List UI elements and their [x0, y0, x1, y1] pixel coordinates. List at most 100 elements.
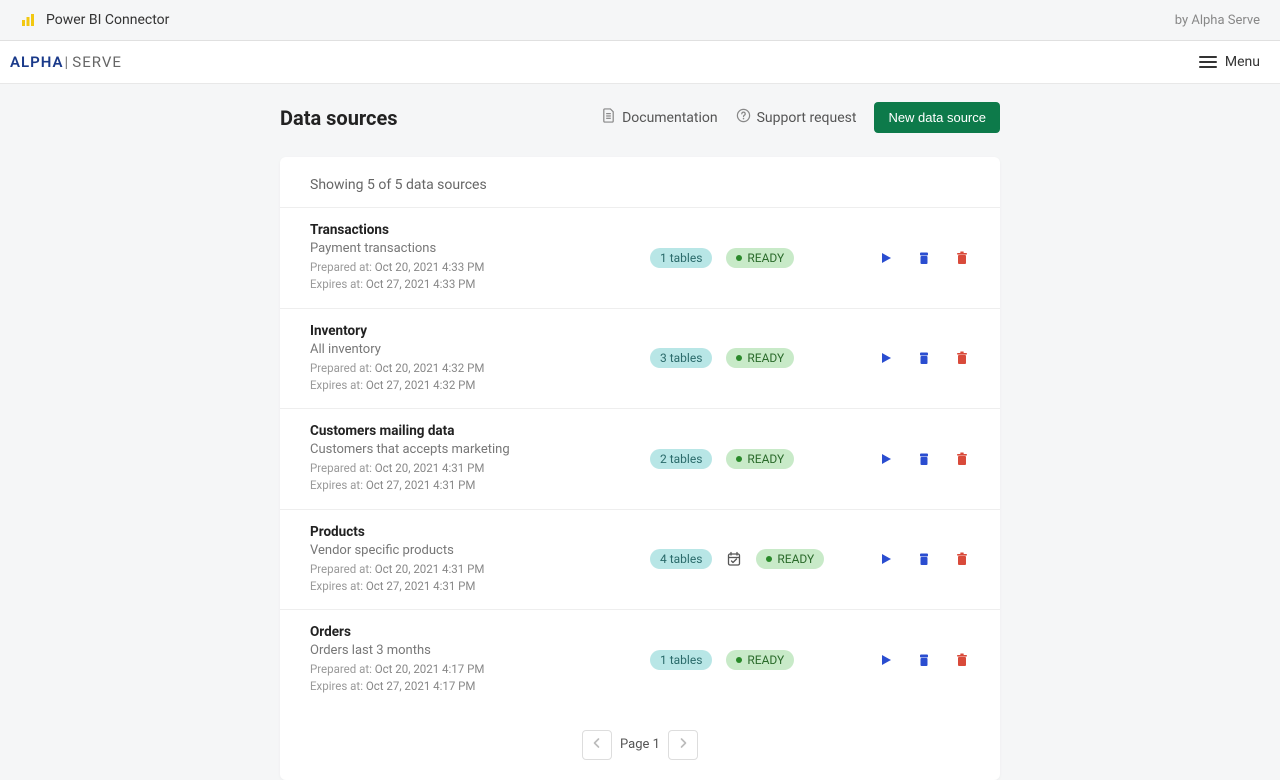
- data-source-description: All inventory: [310, 342, 650, 357]
- data-source-name: Orders: [310, 624, 650, 640]
- data-source-row: Inventory All inventory Prepared at: Oct…: [280, 309, 1000, 410]
- expires-label: Expires at:: [310, 478, 363, 492]
- page-title: Data sources: [280, 106, 398, 130]
- status-text: READY: [747, 251, 784, 265]
- status-dot-icon: [736, 355, 742, 361]
- copy-button[interactable]: [916, 451, 932, 467]
- by-line: by Alpha Serve: [1175, 13, 1260, 28]
- status-text: READY: [747, 653, 784, 667]
- copy-button[interactable]: [916, 551, 932, 567]
- data-source-prepared: Prepared at: Oct 20, 2021 4:33 PM: [310, 259, 650, 276]
- status-badge: READY: [726, 248, 794, 268]
- logo-divider: |: [65, 53, 70, 71]
- page-prev-button[interactable]: [582, 730, 612, 760]
- page-next-button[interactable]: [668, 730, 698, 760]
- data-source-name: Inventory: [310, 323, 650, 339]
- copy-button[interactable]: [916, 652, 932, 668]
- expires-value: Oct 27, 2021 4:32 PM: [366, 378, 476, 392]
- data-sources-card: Showing 5 of 5 data sources Transactions…: [280, 157, 1000, 780]
- list-summary: Showing 5 of 5 data sources: [280, 157, 1000, 208]
- data-source-expires: Expires at: Oct 27, 2021 4:31 PM: [310, 477, 650, 494]
- logo-serve: SERVE: [72, 53, 122, 71]
- chevron-right-icon: [677, 737, 689, 752]
- logo[interactable]: ALPHA | SERVE: [10, 53, 122, 71]
- run-button[interactable]: [878, 551, 894, 567]
- data-source-info: Customers mailing data Customers that ac…: [310, 423, 650, 495]
- schedule-icon[interactable]: [726, 551, 742, 567]
- data-source-prepared: Prepared at: Oct 20, 2021 4:31 PM: [310, 561, 650, 578]
- data-source-actions: [860, 451, 970, 467]
- data-source-badges: 2 tables READY: [650, 449, 860, 469]
- data-source-info: Inventory All inventory Prepared at: Oct…: [310, 323, 650, 395]
- pagination: Page 1: [280, 710, 1000, 760]
- data-source-prepared: Prepared at: Oct 20, 2021 4:17 PM: [310, 661, 650, 678]
- documentation-link[interactable]: Documentation: [601, 108, 718, 127]
- support-link[interactable]: Support request: [736, 108, 857, 127]
- expires-label: Expires at:: [310, 579, 363, 593]
- tables-badge: 4 tables: [650, 549, 712, 569]
- menu-button[interactable]: Menu: [1199, 54, 1260, 70]
- expires-label: Expires at:: [310, 378, 363, 392]
- delete-button[interactable]: [954, 652, 970, 668]
- menu-label: Menu: [1225, 54, 1260, 70]
- data-source-info: Orders Orders last 3 months Prepared at:…: [310, 624, 650, 696]
- data-source-row: Products Vendor specific products Prepar…: [280, 510, 1000, 611]
- copy-button[interactable]: [916, 250, 932, 266]
- expires-label: Expires at:: [310, 277, 363, 291]
- status-badge: READY: [726, 650, 794, 670]
- data-source-actions: [860, 350, 970, 366]
- data-source-description: Orders last 3 months: [310, 643, 650, 658]
- status-dot-icon: [736, 657, 742, 663]
- document-icon: [601, 108, 616, 127]
- tables-badge: 3 tables: [650, 348, 712, 368]
- prepared-label: Prepared at:: [310, 662, 372, 676]
- expires-value: Oct 27, 2021 4:33 PM: [366, 277, 476, 291]
- status-badge: READY: [756, 549, 824, 569]
- data-source-name: Products: [310, 524, 650, 540]
- data-source-row: Orders Orders last 3 months Prepared at:…: [280, 610, 1000, 710]
- run-button[interactable]: [878, 652, 894, 668]
- hamburger-icon: [1199, 56, 1217, 68]
- tables-badge: 1 tables: [650, 248, 712, 268]
- data-source-actions: [860, 551, 970, 567]
- delete-button[interactable]: [954, 250, 970, 266]
- prepared-label: Prepared at:: [310, 562, 372, 576]
- data-source-actions: [860, 652, 970, 668]
- expires-value: Oct 27, 2021 4:31 PM: [366, 478, 476, 492]
- data-source-badges: 3 tables READY: [650, 348, 860, 368]
- status-text: READY: [747, 452, 784, 466]
- data-source-expires: Expires at: Oct 27, 2021 4:17 PM: [310, 678, 650, 695]
- status-dot-icon: [766, 556, 772, 562]
- support-label: Support request: [757, 110, 857, 126]
- prepared-label: Prepared at:: [310, 361, 372, 375]
- top-bar-left: Power BI Connector: [20, 12, 169, 28]
- run-button[interactable]: [878, 250, 894, 266]
- data-source-prepared: Prepared at: Oct 20, 2021 4:31 PM: [310, 460, 650, 477]
- status-badge: READY: [726, 348, 794, 368]
- logo-alpha: ALPHA: [10, 53, 64, 71]
- page-indicator: Page 1: [620, 737, 660, 752]
- page-actions: Documentation Support request New data s…: [601, 102, 1000, 133]
- data-source-name: Transactions: [310, 222, 650, 238]
- data-source-actions: [860, 250, 970, 266]
- prepared-label: Prepared at:: [310, 461, 372, 475]
- delete-button[interactable]: [954, 451, 970, 467]
- power-bi-icon: [20, 12, 36, 28]
- run-button[interactable]: [878, 350, 894, 366]
- tables-badge: 2 tables: [650, 449, 712, 469]
- prepared-value: Oct 20, 2021 4:31 PM: [375, 461, 485, 475]
- prepared-value: Oct 20, 2021 4:33 PM: [375, 260, 485, 274]
- copy-button[interactable]: [916, 350, 932, 366]
- data-source-badges: 4 tables READY: [650, 549, 860, 569]
- data-source-name: Customers mailing data: [310, 423, 650, 439]
- page-header: Data sources Documentation Support reque…: [280, 102, 1000, 133]
- data-source-badges: 1 tables READY: [650, 650, 860, 670]
- data-source-expires: Expires at: Oct 27, 2021 4:31 PM: [310, 578, 650, 595]
- status-badge: READY: [726, 449, 794, 469]
- data-source-expires: Expires at: Oct 27, 2021 4:33 PM: [310, 276, 650, 293]
- new-data-source-button[interactable]: New data source: [874, 102, 1000, 133]
- delete-button[interactable]: [954, 551, 970, 567]
- run-button[interactable]: [878, 451, 894, 467]
- delete-button[interactable]: [954, 350, 970, 366]
- status-text: READY: [747, 351, 784, 365]
